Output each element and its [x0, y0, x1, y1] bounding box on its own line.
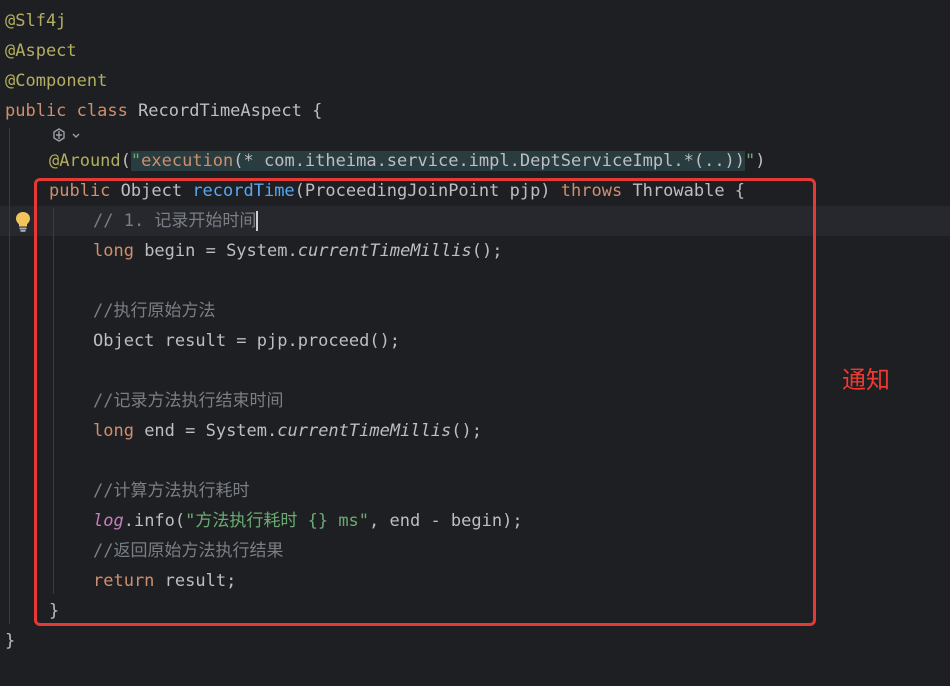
code-line-4[interactable]: public class RecordTimeAspect {: [0, 96, 950, 126]
quote-open: ": [130, 151, 142, 171]
quote-close: ": [745, 151, 756, 171]
code-line-1[interactable]: @Slf4j: [0, 6, 950, 36]
paren-open: (: [120, 151, 131, 171]
class-declaration: public class RecordTimeAspect {: [5, 96, 322, 126]
indent-guide: [9, 128, 10, 624]
advice-label: 通知: [842, 366, 890, 394]
keyword-public-class: public class: [5, 101, 139, 121]
annotation-around: @Around: [49, 151, 121, 171]
annotation-component: @Component: [5, 71, 108, 91]
around-annotation: @Around("execution(* com.itheima.service…: [49, 146, 766, 176]
ai-assistant-icon[interactable]: [50, 126, 90, 146]
class-name: RecordTimeAspect: [138, 101, 302, 121]
class-close-brace: }: [5, 631, 16, 651]
annotation-slf4j: @Slf4j: [5, 11, 67, 31]
code-line-22[interactable]: }: [0, 626, 950, 656]
code-line-3[interactable]: @Component: [0, 66, 950, 96]
lightbulb-icon[interactable]: [14, 211, 32, 233]
advice-highlight-box: [34, 178, 816, 626]
pointcut-expression: (* com.itheima.service.impl.DeptServiceI…: [233, 151, 746, 171]
annotation-aspect: @Aspect: [5, 41, 77, 61]
paren-close: ): [755, 151, 766, 171]
brace: {: [301, 101, 323, 121]
code-line-2[interactable]: @Aspect: [0, 36, 950, 66]
code-line-6[interactable]: @Around("execution(* com.itheima.service…: [0, 146, 950, 176]
pointcut-keyword: execution: [141, 151, 234, 171]
